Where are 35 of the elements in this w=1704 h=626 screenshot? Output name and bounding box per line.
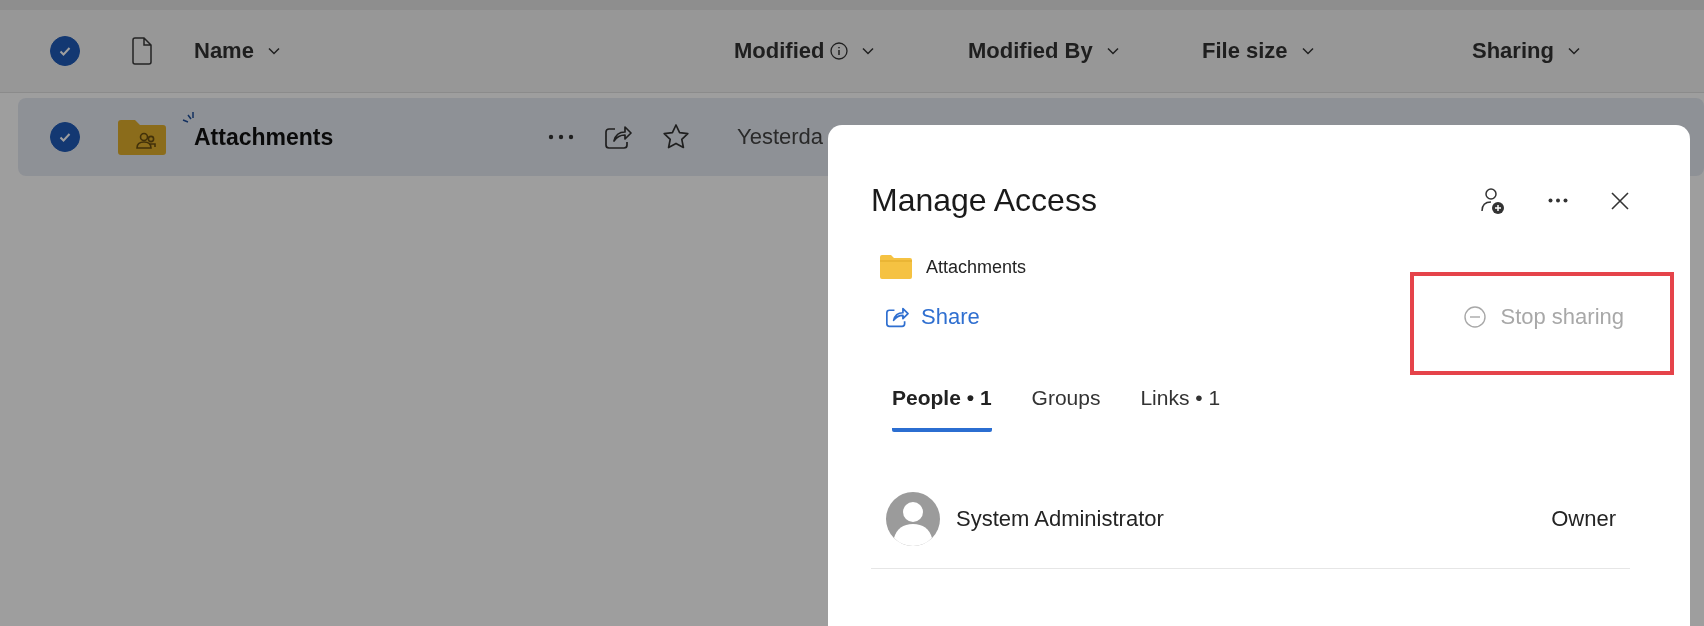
shared-folder-icon xyxy=(116,117,168,157)
tab[interactable]: Links • 1 xyxy=(1140,386,1221,432)
column-header[interactable]: Name xyxy=(194,38,280,64)
share-icon xyxy=(885,306,909,328)
chevron-down-icon xyxy=(1106,47,1119,55)
column-header[interactable]: Modified By xyxy=(968,38,1119,64)
modified-date: Yesterda xyxy=(736,124,825,150)
folder-icon xyxy=(880,255,912,279)
tab[interactable]: People • 1 xyxy=(892,386,992,432)
star-icon[interactable] xyxy=(662,123,690,151)
chevron-down-icon xyxy=(1567,47,1580,55)
share-button[interactable]: Share xyxy=(871,304,980,330)
chevron-down-icon xyxy=(862,47,875,55)
dialog-title: Manage Access xyxy=(871,182,1097,219)
tab[interactable]: Groups xyxy=(1031,386,1101,432)
file-name[interactable]: Attachments xyxy=(194,123,334,151)
share-icon[interactable] xyxy=(604,124,632,150)
item-name: Attachments xyxy=(926,256,1027,278)
chevron-down-icon xyxy=(1301,47,1314,55)
person-role: Owner xyxy=(1551,506,1616,532)
avatar-icon xyxy=(886,492,940,546)
column-header[interactable]: Sharing xyxy=(1472,38,1580,64)
more-options-icon[interactable] xyxy=(1548,198,1568,203)
more-options-icon[interactable] xyxy=(548,134,574,140)
file-icon xyxy=(131,37,153,65)
column-header[interactable]: File size xyxy=(1202,38,1314,64)
person-name: System Administrator xyxy=(956,506,1164,532)
chevron-down-icon xyxy=(267,47,280,55)
row-checkbox[interactable] xyxy=(50,122,80,152)
column-header[interactable]: Modified xyxy=(734,38,875,64)
new-item-icon xyxy=(182,111,196,125)
minus-circle-icon xyxy=(1464,306,1487,328)
select-all-checkbox[interactable] xyxy=(50,36,80,66)
close-icon[interactable] xyxy=(1610,190,1630,211)
add-person-icon[interactable] xyxy=(1480,186,1506,215)
